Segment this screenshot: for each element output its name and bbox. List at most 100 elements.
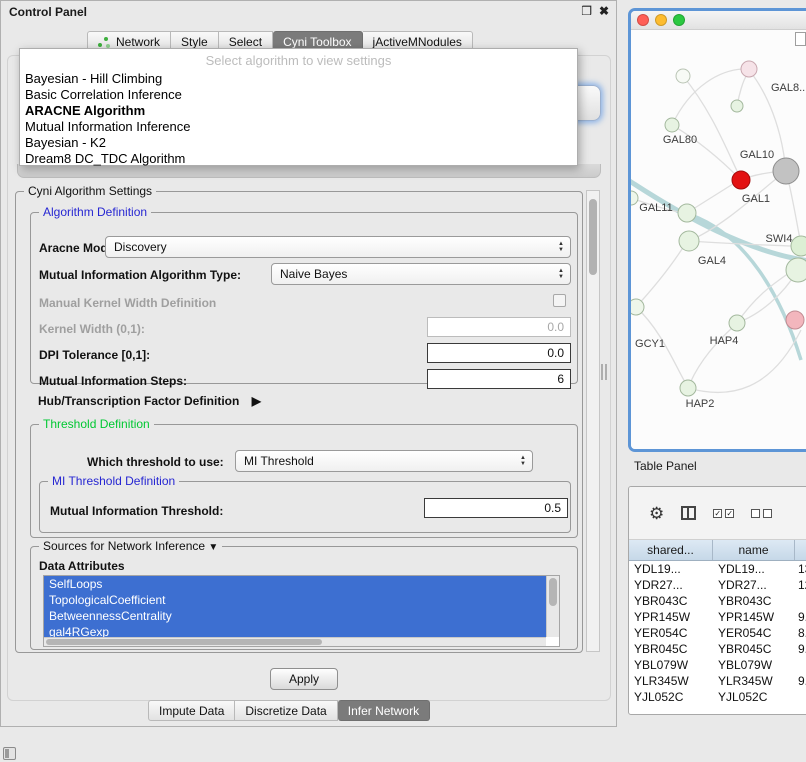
network-node[interactable]	[631, 299, 644, 315]
table-settings-icon[interactable]: ⚙	[649, 505, 664, 522]
close-window-light[interactable]	[637, 14, 649, 26]
table-row[interactable]: YJL052CYJL052C	[629, 689, 806, 705]
table-cell: YJL052C	[713, 689, 795, 705]
minimize-window-light[interactable]	[655, 14, 667, 26]
network-node[interactable]	[679, 231, 699, 251]
node-label-hap2: HAP2	[686, 398, 715, 410]
network-node[interactable]	[773, 158, 799, 184]
table-cell: YPR145W	[629, 609, 713, 625]
zoom-window-light[interactable]	[673, 14, 685, 26]
cyni-bottom-tabs: Impute DataDiscretize DataInfer Network	[148, 700, 430, 721]
table-body: YDL19...YDL19...13YDR27...YDR27...12YBR0…	[629, 561, 806, 705]
combo-arrows-icon: ▲▼	[558, 241, 564, 253]
float-window-icon[interactable]: ❒	[581, 4, 592, 18]
panel-splitter-grip[interactable]	[601, 364, 607, 380]
network-node[interactable]	[732, 171, 750, 189]
network-graph[interactable]: GAL8...GAL80GAL10GAL11GAL1SWI4GAL4GCY1HA…	[631, 30, 806, 452]
hub-definition-expander[interactable]: Hub/Transcription Factor Definition ▶	[38, 394, 261, 408]
column-header-shared[interactable]: shared...	[629, 540, 713, 560]
manual-kernel-width-checkbox[interactable]	[553, 294, 566, 307]
settings-vertical-scrollbar[interactable]	[586, 190, 600, 652]
table-cell: 13	[795, 561, 806, 577]
tab-infer-network[interactable]: Infer Network	[338, 700, 430, 721]
table-toolbar: ⚙ ✓✓	[629, 487, 806, 540]
network-window-titlebar[interactable]	[631, 11, 806, 30]
table-row[interactable]: YBL079WYBL079W	[629, 657, 806, 673]
network-node[interactable]	[729, 315, 745, 331]
tab-label: Style	[181, 35, 208, 49]
mi-algorithm-type-select[interactable]: Naive Bayes ▲▼	[271, 263, 571, 285]
attribute-topologicalcoefficient[interactable]: TopologicalCoefficient	[44, 592, 546, 608]
which-threshold-select[interactable]: MI Threshold ▲▼	[235, 450, 533, 472]
table-cell: YBL079W	[629, 657, 713, 673]
network-edge[interactable]	[672, 125, 739, 178]
column-header-name[interactable]: name	[713, 540, 795, 560]
algorithm-option-aracne-algorithm[interactable]: ARACNE Algorithm	[20, 103, 577, 119]
close-panel-icon[interactable]: ✖	[599, 4, 609, 18]
table-cell	[795, 657, 806, 673]
cyni-algorithm-settings-title: Cyni Algorithm Settings	[24, 184, 156, 198]
mi-steps-input[interactable]: 6	[427, 369, 571, 389]
table-row[interactable]: YBR045CYBR045C9.	[629, 641, 806, 657]
manual-kernel-width-label: Manual Kernel Width Definition	[39, 296, 216, 310]
network-node[interactable]	[631, 191, 638, 205]
network-edge[interactable]	[688, 330, 801, 392]
network-node[interactable]	[786, 311, 804, 329]
panel-dock-icon[interactable]	[3, 747, 16, 760]
algorithm-option-mutual-information-inference[interactable]: Mutual Information Inference	[20, 119, 577, 135]
deselect-all-columns-icon[interactable]	[751, 509, 772, 518]
apply-button[interactable]: Apply	[270, 668, 338, 690]
dpi-tolerance-input[interactable]: 0.0	[427, 343, 571, 363]
table-cell: YLR345W	[713, 673, 795, 689]
scrollbar-thumb[interactable]	[589, 199, 597, 275]
algorithm-dropdown-popup: Select algorithm to view settings Bayesi…	[19, 48, 578, 166]
tab-discretize-data[interactable]: Discretize Data	[235, 700, 337, 721]
mi-threshold-input[interactable]: 0.5	[424, 498, 568, 518]
table-row[interactable]: YLR345WYLR345W9.	[629, 673, 806, 689]
aracne-mode-select[interactable]: Discovery ▲▼	[105, 236, 571, 258]
network-edge[interactable]	[636, 246, 684, 307]
control-panel-titlebar[interactable]: Control Panel ❒ ✖	[1, 1, 616, 23]
select-all-columns-icon[interactable]: ✓✓	[713, 509, 734, 518]
network-node[interactable]	[731, 100, 743, 112]
algorithm-option-basic-correlation-inference[interactable]: Basic Correlation Inference	[20, 87, 577, 103]
algorithm-option-bayesian-hill-climbing[interactable]: Bayesian - Hill Climbing	[20, 71, 577, 87]
tab-impute-data[interactable]: Impute Data	[148, 700, 235, 721]
table-row[interactable]: YPR145WYPR145W9.	[629, 609, 806, 625]
scrollbar-thumb[interactable]	[46, 639, 322, 645]
network-canvas[interactable]: GAL8...GAL80GAL10GAL11GAL1SWI4GAL4GCY1HA…	[631, 30, 806, 449]
algorithm-option-dream8-dc-tdc-algorithm[interactable]: Dream8 DC_TDC Algorithm	[20, 151, 577, 167]
network-edge[interactable]	[683, 76, 738, 173]
table-row[interactable]: YDR27...YDR27...12	[629, 577, 806, 593]
algorithm-option-bayesian-k2[interactable]: Bayesian - K2	[20, 135, 577, 151]
list-vertical-scrollbar[interactable]	[546, 576, 559, 637]
table-row[interactable]: YER054CYER054C8.	[629, 625, 806, 641]
kernel-width-label: Kernel Width (0,1):	[39, 322, 145, 336]
expand-right-icon[interactable]: ▶	[252, 394, 261, 408]
table-row[interactable]: YBR043CYBR043C	[629, 593, 806, 609]
network-node[interactable]	[786, 258, 806, 282]
mi-steps-label: Mutual Information Steps:	[39, 374, 187, 388]
columns-icon[interactable]	[681, 506, 696, 520]
list-horizontal-scrollbar[interactable]	[44, 637, 546, 646]
network-node[interactable]	[676, 69, 690, 83]
network-edge[interactable]	[631, 178, 806, 262]
collapse-down-icon[interactable]: ▼	[208, 542, 218, 553]
network-node[interactable]	[741, 61, 757, 77]
network-node[interactable]	[680, 380, 696, 396]
attribute-selfloops[interactable]: SelfLoops	[44, 576, 546, 592]
attribute-betweennesscentrality[interactable]: BetweennessCentrality	[44, 608, 546, 624]
network-scrollbar[interactable]	[795, 32, 806, 46]
network-node[interactable]	[791, 236, 806, 256]
network-node[interactable]	[678, 204, 696, 222]
scrollbar-thumb[interactable]	[549, 578, 557, 606]
network-node[interactable]	[665, 118, 679, 132]
table-row[interactable]: YDL19...YDL19...13	[629, 561, 806, 577]
table-cell: YLR345W	[629, 673, 713, 689]
table-cell: YBR045C	[713, 641, 795, 657]
table-cell: 12	[795, 577, 806, 593]
data-attributes-listbox[interactable]: SelfLoopsTopologicalCoefficientBetweenne…	[43, 575, 560, 647]
column-header-extra[interactable]	[795, 540, 806, 560]
network-view-window[interactable]: GAL8...GAL80GAL10GAL11GAL1SWI4GAL4GCY1HA…	[628, 8, 806, 452]
network-edge[interactable]	[737, 273, 789, 323]
